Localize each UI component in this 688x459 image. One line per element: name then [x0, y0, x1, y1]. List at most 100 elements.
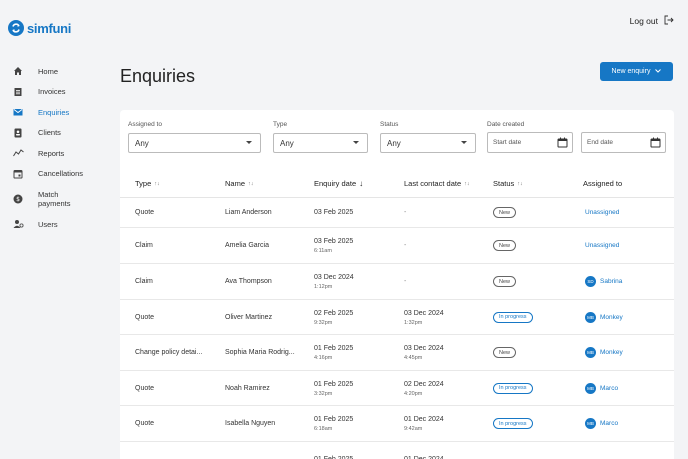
assignee[interactable]: SD Sabrina [585, 276, 622, 287]
cell-enquiry-date: 03 Feb 2025 [314, 209, 353, 216]
cell-enquiry-date-time: 6:18am [314, 426, 333, 432]
cell-type-value: Quote [135, 420, 155, 427]
cell-last-contact-date-value: 02 Dec 2024 [404, 380, 444, 388]
table-header: Type ↑↓ Name ↑↓ Enquiry date ↓ Last cont… [120, 174, 674, 198]
chevron-down-icon [655, 68, 662, 75]
table-row[interactable]: Claim Amelia Garcia 03 Feb 2025 6:11am - New U… [120, 228, 674, 264]
cell-name: Amelia Garcia [225, 242, 269, 249]
table-row[interactable]: Quote Noah Ramirez 01 Feb 2025 3:32pm 02 Dec… [120, 371, 674, 406]
caret-down-icon [246, 141, 252, 144]
status-value: Any [387, 138, 401, 148]
sidebar-item-match-payments[interactable]: $ Match payments [0, 184, 108, 214]
column-header-type[interactable]: Type ↑↓ [135, 179, 160, 188]
cell-enquiry-date-value: 03 Dec 2024 [314, 274, 354, 281]
column-header-assigned-to[interactable]: Assigned to [583, 179, 622, 188]
cell-type: Quote [135, 209, 154, 216]
cell-enquiry-date-value: 01 Feb 2025 [314, 380, 354, 388]
assignee[interactable]: MB Marco [585, 382, 618, 394]
assigned-to-value: Any [135, 138, 149, 148]
table-row[interactable]: Change policy detai... Sophia Maria Rodri… [120, 335, 674, 371]
assignee-name: Monkey [600, 313, 623, 321]
table-row[interactable]: Claim Ava Thompson 03 Dec 2024 1:12pm - New SD… [120, 264, 674, 300]
column-label: Name [225, 179, 246, 188]
cell-last-contact-date: 02 Dec 2024 4:20pm [404, 381, 444, 397]
cell-enquiry-date: 02 Feb 2025 9:32pm [314, 310, 353, 326]
table-row[interactable]: Quote Oliver Martinez 02 Feb 2025 9:32pm 03 … [120, 300, 674, 335]
column-header-enquiry-date[interactable]: Enquiry date ↓ [314, 179, 363, 188]
sidebar-item-home[interactable]: Home [0, 61, 108, 82]
home-icon [12, 65, 24, 77]
users-icon [12, 218, 24, 230]
sidebar-item-cancellations[interactable]: Cancellations [0, 164, 108, 185]
sidebar-item-enquiries[interactable]: Enquiries [0, 102, 108, 123]
column-label: Type [135, 179, 152, 188]
assignee-name: Monkey [600, 349, 623, 356]
start-date-input[interactable]: Start date [487, 132, 573, 153]
cell-enquiry-date-value: 03 Feb 2025 [314, 209, 354, 216]
new-enquiry-label: New enquiry [611, 68, 651, 75]
status-badge: In progress [493, 382, 533, 394]
cell-enquiry-date: 03 Feb 2025 6:11am [314, 238, 353, 254]
assigned-to-select[interactable]: Any [128, 133, 261, 153]
cell-name-value: Ava Thompson [225, 278, 272, 285]
new-enquiry-button[interactable]: New enquiry [600, 62, 673, 81]
column-label: Last contact date [404, 179, 462, 188]
cell-enquiry-date: 03 Dec 2024 1:12pm [314, 274, 354, 290]
sidebar-item-label: Clients [38, 128, 61, 138]
svg-text:$: $ [16, 196, 20, 203]
assignee[interactable]: MB Marco [585, 418, 618, 429]
type-label: Type [273, 121, 288, 128]
type-select[interactable]: Any [273, 133, 368, 153]
cell-name: Sophia Maria Rodrig... [225, 349, 295, 356]
cell-type-value: Claim [135, 278, 153, 285]
assigned-to-label: Assigned to [128, 121, 162, 128]
sidebar-item-label: Reports [38, 148, 65, 158]
cell-type: Change policy detai... [135, 349, 202, 356]
end-date-input[interactable]: End date [581, 132, 666, 153]
sidebar-item-clients[interactable]: Clients [0, 123, 108, 144]
calendar-icon[interactable] [557, 137, 568, 150]
cell-enquiry-date-time: 3:32pm [314, 390, 333, 397]
status-select[interactable]: Any [380, 133, 476, 153]
assignee[interactable]: MB Monkey [585, 347, 623, 358]
assignee-unassigned[interactable]: Unassigned [585, 242, 619, 249]
table-row[interactable]: Quote Isabella Nguyen 01 Feb 2025 6:18am 01 … [120, 406, 674, 442]
cell-last-contact-date-value: - [404, 209, 407, 216]
brand-logo[interactable]: simfuni [8, 18, 71, 38]
column-header-last-contact-date[interactable]: Last contact date ↑↓ [404, 179, 470, 188]
logout-button[interactable]: Log out [630, 15, 674, 27]
cell-last-contact-date: 01 Dec 2024 9:42am [404, 416, 444, 432]
cell-type: Quote [135, 314, 154, 321]
status-label: Status [380, 121, 399, 128]
cell-enquiry-date-value: 03 Feb 2025 [314, 238, 354, 245]
end-date-placeholder: End date [587, 139, 614, 146]
cell-last-contact-date-value: - [404, 278, 407, 285]
cell-enquiry-date: 01 Feb 2025 3:32pm [314, 381, 353, 397]
column-label: Status [493, 179, 515, 188]
sidebar-item-users[interactable]: Users [0, 214, 108, 235]
cell-enquiry-date-value: 02 Feb 2025 [314, 309, 354, 317]
table-row[interactable]: Quote Liam Anderson 03 Feb 2025 - New Unassig… [120, 198, 674, 228]
assignee[interactable]: MB Monkey [585, 311, 623, 323]
calendar-icon[interactable] [650, 137, 661, 150]
cell-last-contact-date: 03 Dec 2024 4:45pm [404, 345, 444, 361]
assignee-unassigned[interactable]: Unassigned [585, 209, 619, 216]
avatar: SD [585, 276, 596, 287]
column-label: Enquiry date [314, 179, 357, 188]
column-label: Assigned to [583, 179, 623, 188]
cell-name: Noah Ramirez [225, 385, 270, 392]
type-value: Any [280, 138, 294, 148]
sidebar-item-invoices[interactable]: Invoices [0, 82, 108, 103]
sidebar-item-reports[interactable]: Reports [0, 143, 108, 164]
status-badge: In progress [493, 418, 533, 429]
arrow-down-icon: ↓ [359, 179, 364, 188]
column-header-status[interactable]: Status ↑↓ [493, 179, 523, 188]
cell-name: Oliver Martinez [225, 314, 272, 321]
cell-last-contact-date: - [404, 278, 406, 285]
cell-enquiry-date-time: 4:16pm [314, 355, 333, 361]
cell-name: Liam Anderson [225, 209, 272, 216]
mail-icon [12, 106, 24, 118]
table-row[interactable]: 01 Feb 202501 Dec 2024 [120, 442, 674, 459]
column-header-name[interactable]: Name ↑↓ [225, 179, 254, 188]
invoice-icon [12, 86, 24, 98]
